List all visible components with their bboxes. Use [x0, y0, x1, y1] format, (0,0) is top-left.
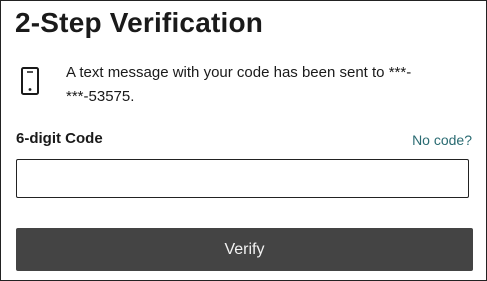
- code-input[interactable]: [16, 159, 469, 198]
- code-field-label: 6-digit Code: [16, 130, 103, 147]
- verification-dialog: 2-Step Verification A text message with …: [0, 0, 487, 281]
- page-title: 2-Step Verification: [15, 7, 264, 38]
- verify-button[interactable]: Verify: [16, 228, 473, 271]
- no-code-link[interactable]: No code?: [412, 130, 472, 150]
- mobile-phone-icon: [19, 67, 41, 95]
- sms-sent-message: A text message with your code has been s…: [66, 64, 412, 105]
